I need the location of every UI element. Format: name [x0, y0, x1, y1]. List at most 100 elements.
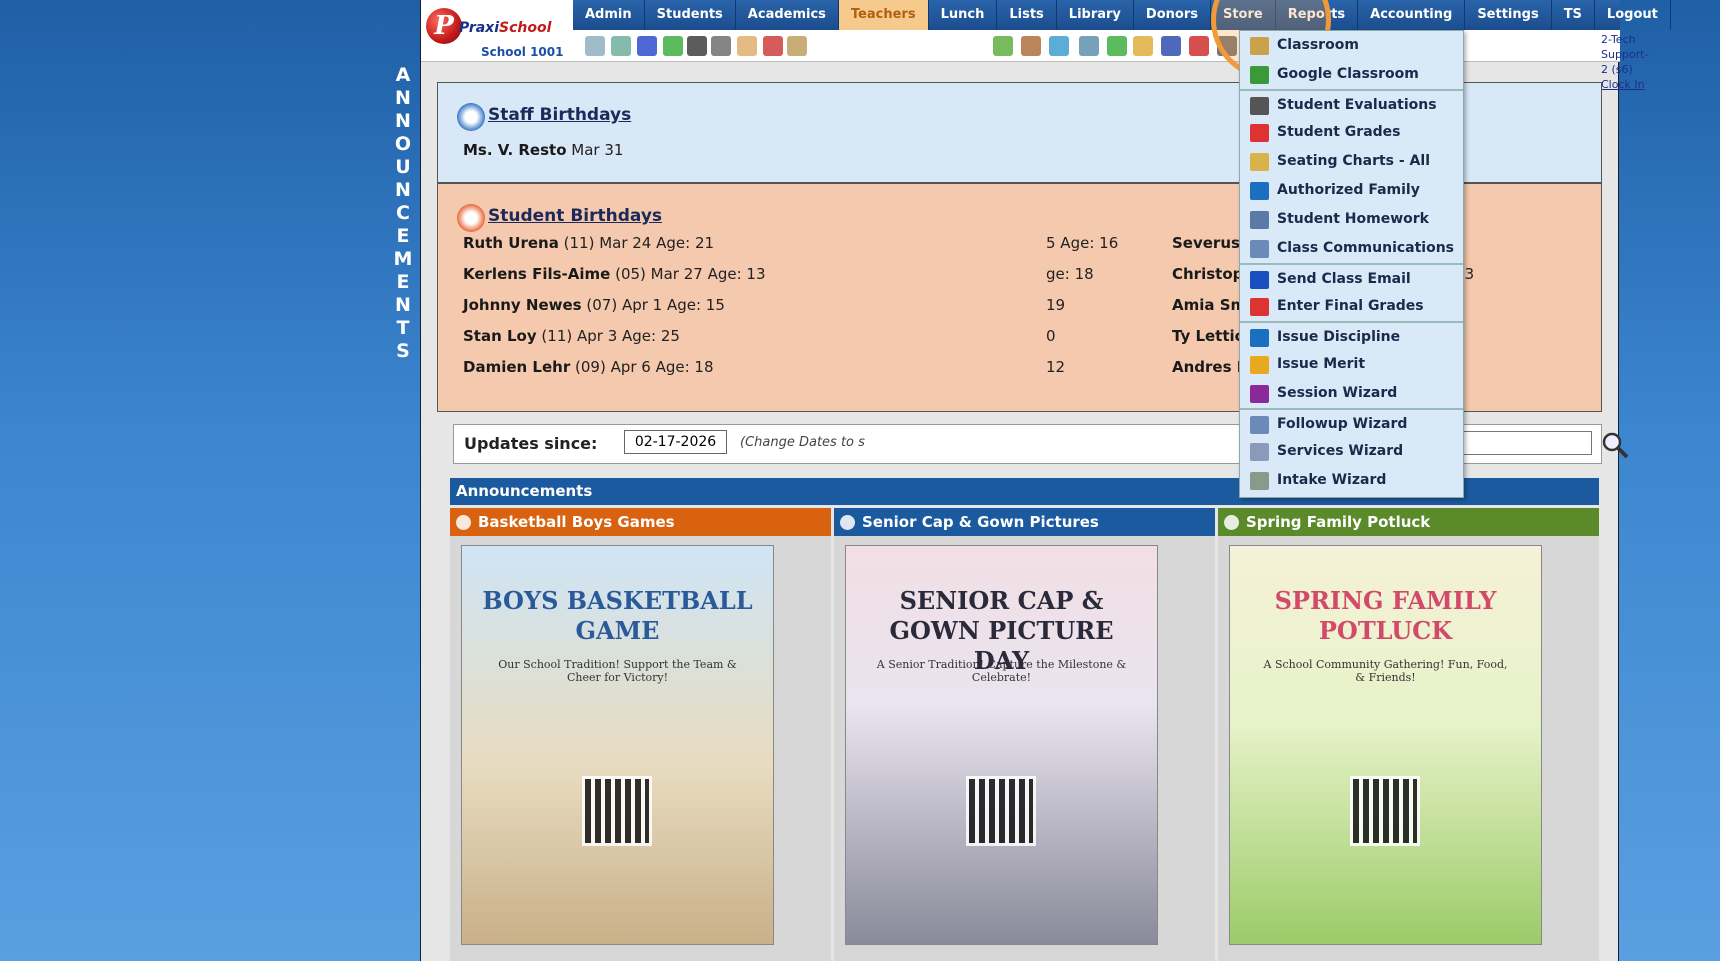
poster-subtitle: A School Community Gathering! Fun, Food,… [1263, 658, 1508, 684]
menu-item-student-evaluations[interactable]: Student Evaluations [1240, 89, 1463, 118]
grid-icon[interactable] [611, 36, 631, 56]
nav-item-students[interactable]: Students [645, 0, 736, 30]
menu-item-issue-discipline[interactable]: Issue Discipline [1240, 321, 1463, 350]
logo[interactable]: P PraxiSchool School 1001 [421, 0, 573, 62]
clock-in-link[interactable]: Clock In [1601, 77, 1648, 92]
nav-item-admin[interactable]: Admin [573, 0, 645, 30]
announcement-icon [840, 515, 855, 530]
vertical-label-letter: U [395, 156, 411, 178]
bus-icon[interactable] [1133, 36, 1153, 56]
app-frame: P PraxiSchool School 1001 Admin Students A… [420, 0, 1671, 961]
announcement-poster[interactable]: SENIOR CAP & GOWN PICTURE DAY A Senior Tr… [845, 545, 1158, 945]
money-icon[interactable] [1107, 36, 1127, 56]
communications-icon [1250, 240, 1269, 258]
announcement-title[interactable]: Basketball Boys Games [450, 508, 831, 536]
menu-item-services-wizard[interactable]: Services Wizard [1240, 437, 1463, 466]
announcement-poster[interactable]: SPRING FAMILY POTLUCK A School Community … [1229, 545, 1542, 945]
announcement-title-text: Basketball Boys Games [478, 513, 675, 531]
announcement-icon [1224, 515, 1239, 530]
poster-headline: SPRING FAMILY POTLUCK [1274, 586, 1497, 645]
menu-item-google-classroom[interactable]: Google Classroom [1240, 60, 1463, 89]
menu-item-session-wizard[interactable]: Session Wizard [1240, 379, 1463, 408]
announcement-title[interactable]: Senior Cap & Gown Pictures [834, 508, 1215, 536]
updates-since-label: Updates since: [464, 434, 598, 453]
menu-item-label: Send Class Email [1277, 271, 1411, 287]
student-birthday-entry: Damien Lehr (09) Apr 6 Age: 18 [463, 358, 714, 376]
vertical-label-letter: N [395, 179, 411, 201]
qr-code-icon [582, 776, 652, 846]
menu-item-label: Issue Discipline [1277, 329, 1401, 345]
menu-item-classroom[interactable]: Classroom [1240, 31, 1463, 60]
vertical-label-letter: A [395, 64, 411, 86]
announcement-card: Senior Cap & Gown Pictures SENIOR CAP & G… [834, 508, 1215, 961]
pdf-icon[interactable] [1189, 36, 1209, 56]
announcement-card: Spring Family Potluck SPRING FAMILY POTLU… [1218, 508, 1599, 961]
search-icon[interactable] [1600, 430, 1630, 460]
ap-icon[interactable] [1161, 36, 1181, 56]
poster-headline: BOYS BASKETBALL GAME [482, 586, 753, 645]
student-birthday-entry: 19 [1046, 296, 1066, 314]
updates-hint[interactable]: (Change Dates to s [740, 435, 865, 450]
table-icon[interactable] [1079, 36, 1099, 56]
phone-icon[interactable] [687, 36, 707, 56]
nav-item-ts[interactable]: TS [1552, 0, 1595, 30]
seating-chart-icon [1250, 153, 1269, 171]
student-birthday-entry: Ruth Urena (11) Mar 24 Age: 21 [463, 234, 715, 252]
session-wizard-icon [1250, 385, 1269, 403]
menu-item-send-class-email[interactable]: Send Class Email [1240, 263, 1463, 292]
nav-item-logout[interactable]: Logout [1595, 0, 1671, 30]
nav-item-teachers[interactable]: Teachers [838, 0, 929, 30]
announcement-poster[interactable]: BOYS BASKETBALL GAME Our School Tradition… [461, 545, 774, 945]
email-icon[interactable] [637, 36, 657, 56]
speaker-icon[interactable] [711, 36, 731, 56]
menu-item-class-communications[interactable]: Class Communications [1240, 234, 1463, 263]
menu-item-label: Intake Wizard [1277, 472, 1387, 488]
menu-item-label: Issue Merit [1277, 356, 1366, 372]
student-birthdays-title[interactable]: Student Birthdays [488, 206, 662, 226]
student-birthday-icon [457, 204, 485, 232]
calendar-icon[interactable] [737, 36, 757, 56]
nav-item-settings[interactable]: Settings [1465, 0, 1552, 30]
google-classroom-icon [1250, 66, 1269, 84]
menu-item-issue-merit[interactable]: Issue Merit [1240, 350, 1463, 379]
menu-item-seating-charts-all[interactable]: Seating Charts - All [1240, 147, 1463, 176]
updates-date-input[interactable]: 02-17-2026 [624, 430, 727, 454]
menu-item-authorized-family[interactable]: Authorized Family [1240, 176, 1463, 205]
user-info: 2-Tech Support-2 (s6) Clock In [1601, 32, 1648, 92]
announcement-title[interactable]: Spring Family Potluck [1218, 508, 1599, 536]
calendar-red-icon[interactable] [763, 36, 783, 56]
map-icon[interactable] [787, 36, 807, 56]
announcement-icon [456, 515, 471, 530]
nav-item-lists[interactable]: Lists [997, 0, 1057, 30]
staff-birthday-icon [457, 103, 485, 131]
vertical-label-letter: E [396, 225, 410, 247]
nav-item-donors[interactable]: Donors [1134, 0, 1211, 30]
export-icon[interactable] [993, 36, 1013, 56]
nav-item-lunch[interactable]: Lunch [929, 0, 998, 30]
vertical-label-letter: S [396, 340, 410, 362]
menu-item-student-grades[interactable]: Student Grades [1240, 118, 1463, 147]
services-wizard-icon [1250, 443, 1269, 461]
menu-item-label: Services Wizard [1277, 443, 1404, 459]
menu-item-label: Google Classroom [1277, 66, 1419, 82]
clock-icon[interactable] [1049, 36, 1069, 56]
menu-item-followup-wizard[interactable]: Followup Wizard [1240, 408, 1463, 437]
student-birthday-entry: ge: 18 [1046, 265, 1094, 283]
logo-mark: P [426, 8, 462, 44]
nav-item-accounting[interactable]: Accounting [1358, 0, 1466, 30]
chat-icon[interactable] [663, 36, 683, 56]
classroom-icon [1250, 37, 1269, 55]
main-nav: Admin Students Academics Teachers Lunch Lists… [573, 0, 1671, 30]
nav-item-library[interactable]: Library [1057, 0, 1134, 30]
staff-birthday-entry: Ms. V. Resto Mar 31 [463, 141, 624, 159]
menu-item-enter-final-grades[interactable]: Enter Final Grades [1240, 292, 1463, 321]
menu-item-label: Enter Final Grades [1277, 298, 1424, 314]
student-birthday-entry: 5 Age: 16 [1046, 234, 1119, 252]
search-icon[interactable] [585, 36, 605, 56]
menu-item-intake-wizard[interactable]: Intake Wizard [1240, 466, 1463, 495]
people-icon[interactable] [1021, 36, 1041, 56]
staff-birthdays-title[interactable]: Staff Birthdays [488, 105, 631, 125]
menu-item-student-homework[interactable]: Student Homework [1240, 205, 1463, 234]
student-birthday-entry: Johnny Newes (07) Apr 1 Age: 15 [463, 296, 725, 314]
nav-item-academics[interactable]: Academics [736, 0, 839, 30]
